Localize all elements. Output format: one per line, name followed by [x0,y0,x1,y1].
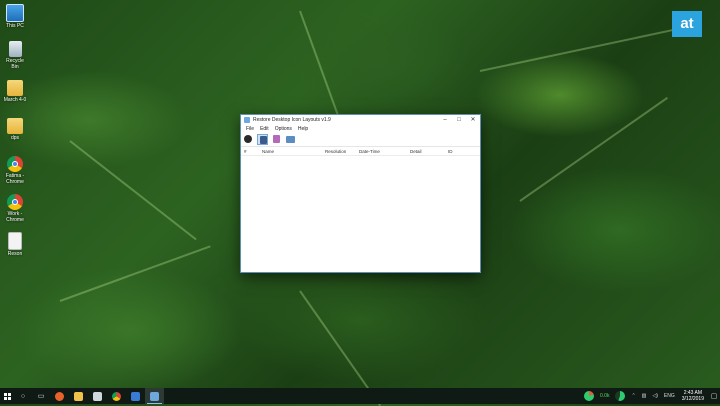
restore-layout-icon [244,135,252,143]
close-button[interactable]: ✕ [466,115,480,125]
store-icon [131,391,140,401]
folder-icon [74,391,83,401]
taskbar-app-store[interactable] [126,388,145,404]
desktop-icon-reson[interactable]: Reson [2,232,28,257]
system-tray: 0.0k ⌃ ▥ ◁) ENG 2:43 AM 3/12/2019 ▢ [581,388,720,404]
menu-bar: File Edit Options Help [241,125,480,133]
maximize-button[interactable]: □ [452,115,466,125]
menu-help[interactable]: Help [295,126,311,132]
app-icon [150,391,159,401]
save-layout-button[interactable] [257,134,268,145]
brand-badge: at [672,11,702,37]
column-header-name[interactable]: Name [262,149,325,154]
desktop-icon-label: Work - Chrome [6,211,24,223]
desktop-icon-label: Recycle Bin [6,58,24,70]
recycle-bin-icon [8,41,22,57]
taskbar-app-chrome[interactable] [107,388,126,404]
desktop-icon-folder-dps[interactable]: dps [2,118,28,141]
computer-icon [6,4,24,22]
start-button[interactable] [0,388,14,404]
delete-layout-button[interactable] [271,134,282,145]
column-header-number[interactable]: # [241,149,262,154]
action-center-button[interactable]: ▢ [708,388,720,404]
column-header-date-time[interactable]: Date-Time [359,149,410,154]
desktop-icon-label: March 4-0 [3,97,27,103]
clock[interactable]: 2:43 AM 3/12/2019 [678,390,708,402]
restore-layout-button[interactable] [243,134,254,145]
desktop-icon-label: Fatima - Chrome [5,173,25,185]
minimize-button[interactable]: – [438,115,452,125]
notification-icon: ▢ [710,393,718,400]
properties-icon [286,136,295,143]
windows-icon [3,392,11,400]
layout-list[interactable] [241,156,480,272]
language-indicator[interactable]: ENG [661,393,678,399]
leaf-vein [69,140,197,241]
menu-options[interactable]: Options [272,126,295,132]
window-title: Restore Desktop Icon Layouts v1.9 [253,117,331,123]
desktop-icon-label: Reson [7,251,23,257]
desktop-icon-label: dps [10,135,20,141]
app-window: Restore Desktop Icon Layouts v1.9 – □ ✕ … [240,114,481,273]
column-header-detail[interactable]: Detail [410,149,448,154]
memory-meter-icon[interactable] [615,391,626,401]
chrome-icon [112,391,121,401]
volume-icon[interactable]: ◁) [649,393,661,399]
taskbar-app-file-explorer[interactable] [69,388,88,404]
desktop-icon-folder-march[interactable]: March 4-0 [2,80,28,103]
document-icon [8,232,22,250]
menu-edit[interactable]: Edit [257,126,272,132]
taskbar-app-restore-icon-layouts[interactable] [145,388,164,404]
chevron-up-icon[interactable]: ⌃ [628,393,638,399]
save-layout-icon [260,136,267,144]
desktop-icon-label: This PC [6,23,24,29]
search-button[interactable]: ○ [14,388,32,404]
search-icon: ○ [20,392,26,400]
mail-icon [93,391,102,401]
task-view-icon: ▭ [37,393,45,400]
taskbar-app-firefox[interactable] [50,388,69,404]
column-header-resolution[interactable]: Resolution [325,149,359,154]
chrome-icon [7,194,23,210]
properties-button[interactable] [285,134,296,145]
network-icon[interactable]: ▥ [639,393,650,399]
app-icon [244,117,250,123]
leaf-vein [299,10,339,115]
folder-icon [7,118,23,134]
taskbar: ○ ▭ 0.0k ⌃ ▥ ◁) ENG 2:43 AM 3/12/2019 ▢ [0,388,720,404]
desktop-icon-recycle-bin[interactable]: Recycle Bin [2,41,28,70]
cpu-meter-icon[interactable] [584,391,594,401]
toolbar [241,133,480,147]
leaf-vein [519,96,669,202]
task-view-button[interactable]: ▭ [32,388,50,404]
desktop-icon-chrome-work[interactable]: Work - Chrome [2,194,28,223]
firefox-icon [55,391,64,401]
column-header-id[interactable]: ID [448,149,468,154]
desktop-icon-chrome-fatima[interactable]: Fatima - Chrome [2,156,28,185]
leaf-vein [59,245,211,302]
title-bar[interactable]: Restore Desktop Icon Layouts v1.9 – □ ✕ [241,115,480,125]
network-speed: 0.0k [600,393,610,399]
leaf-vein [479,28,676,72]
list-header: # Name Resolution Date-Time Detail ID [241,147,480,156]
delete-layout-icon [273,135,280,143]
chrome-icon [7,156,23,172]
clock-date: 3/12/2019 [681,396,704,402]
desktop-icon-this-pc[interactable]: This PC [2,4,28,29]
taskbar-app-mail[interactable] [88,388,107,404]
menu-file[interactable]: File [243,126,257,132]
folder-icon [7,80,23,96]
